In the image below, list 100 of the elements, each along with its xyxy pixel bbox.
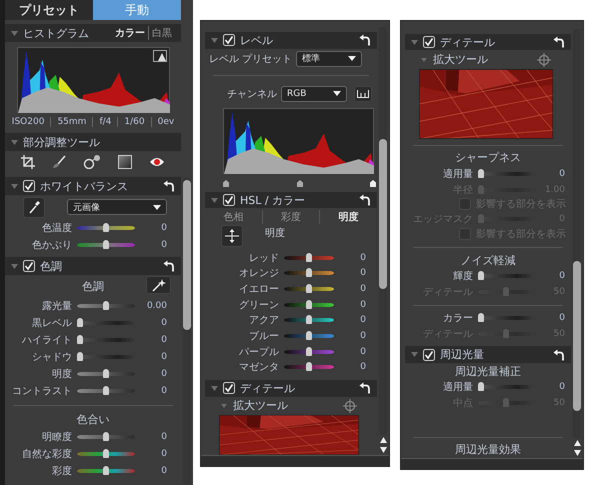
eye-icon[interactable] [148, 156, 165, 168]
slider-label: 明瞭度 [41, 430, 72, 444]
level-handle[interactable] [223, 180, 229, 187]
expand-triangle-icon[interactable] [411, 352, 418, 358]
section-header[interactable]: 部分調整ツール [5, 133, 181, 151]
undo-icon[interactable] [553, 36, 565, 48]
undo-icon[interactable] [163, 180, 175, 192]
brush-icon[interactable] [52, 155, 66, 169]
exif-info: f/4 [92, 117, 118, 127]
expand-triangle-icon[interactable] [11, 140, 18, 144]
tab[interactable]: プリセット [5, 0, 93, 20]
slider-thumb[interactable] [478, 168, 484, 178]
dropdown[interactable]: 標準 [296, 50, 362, 67]
slider-thumb[interactable] [306, 284, 312, 294]
crop-icon[interactable] [21, 155, 36, 169]
undo-icon[interactable] [359, 194, 371, 206]
slider-thumb[interactable] [306, 346, 312, 356]
undo-icon[interactable] [553, 348, 565, 361]
scroll-down-icon[interactable] [380, 447, 386, 453]
scrollbar-thumb[interactable] [379, 139, 387, 289]
scrollbar[interactable] [573, 29, 581, 438]
slider-thumb[interactable] [478, 313, 484, 322]
slider-thumb[interactable] [77, 334, 83, 344]
dropdown[interactable]: 元画像 [67, 199, 167, 215]
slider-thumb[interactable] [103, 386, 109, 394]
mode-tab[interactable]: 色相 [205, 210, 262, 224]
slider-label: オレンジ [238, 267, 279, 280]
slider-thumb[interactable] [103, 240, 109, 248]
level-handle[interactable] [370, 180, 376, 187]
checkbox[interactable] [223, 194, 235, 206]
checkbox[interactable] [23, 180, 35, 192]
section-header[interactable]: ヒストグラム カラー 白黒 [5, 24, 181, 42]
view-option[interactable]: カラー [112, 26, 149, 40]
expand-triangle-icon[interactable] [11, 264, 18, 268]
section-header[interactable]: 色調 [5, 257, 181, 275]
section-header[interactable]: 周辺光量 [405, 346, 571, 363]
section-header[interactable]: レベル [205, 32, 377, 49]
dropdown[interactable]: RGB [281, 86, 347, 102]
scrollbar-thumb[interactable] [183, 180, 191, 330]
expand-triangle-icon[interactable] [11, 30, 18, 36]
slider-thumb[interactable] [306, 315, 312, 324]
level-handle[interactable] [296, 180, 302, 187]
section-header[interactable]: HSL / カラー [205, 192, 377, 208]
undo-icon[interactable] [359, 34, 371, 46]
expand-triangle-icon[interactable] [211, 386, 218, 391]
auto-button[interactable] [146, 276, 171, 294]
slider-label: 自然な彩度 [21, 448, 72, 460]
slider-thumb[interactable] [478, 271, 484, 280]
caret-icon [348, 56, 356, 62]
undo-icon[interactable] [163, 260, 175, 272]
histogram-button[interactable] [354, 86, 372, 102]
section-header[interactable]: ディテール [405, 34, 571, 50]
checkbox[interactable] [23, 260, 35, 272]
slider-value: 0 [160, 448, 167, 458]
slider-thumb[interactable] [103, 222, 109, 232]
clipping-warning-icon[interactable] [152, 50, 166, 62]
exif-info: 55mm [50, 117, 92, 127]
scroll-up-icon[interactable] [380, 437, 386, 443]
field-label: レベル プリセット [208, 52, 292, 66]
slider-thumb[interactable] [103, 432, 109, 440]
slider-thumb[interactable] [306, 330, 312, 340]
expand-triangle-icon[interactable] [211, 198, 218, 203]
slider-thumb[interactable] [306, 268, 312, 278]
slider-thumb[interactable] [103, 466, 109, 474]
control-point-icon[interactable] [82, 155, 101, 169]
checkbox[interactable] [223, 382, 235, 394]
mode-tab[interactable]: 彩度 [262, 210, 320, 224]
scrollbar[interactable] [183, 178, 191, 485]
scrollbar[interactable] [379, 27, 387, 435]
slider-thumb[interactable] [478, 382, 484, 392]
section-header[interactable]: ディテール [205, 380, 377, 397]
slider-thumb[interactable] [77, 318, 83, 326]
checkbox[interactable] [223, 34, 235, 46]
group-title: ノイズ軽減 [460, 252, 516, 268]
slider-thumb[interactable] [306, 252, 312, 262]
undo-icon[interactable] [359, 382, 371, 394]
group-title: 周辺光量補正 [455, 364, 521, 379]
section-header[interactable]: ホワイトバランス [5, 177, 181, 195]
expand-triangle-icon[interactable] [11, 184, 18, 188]
scroll-up-icon[interactable] [574, 440, 580, 446]
expand-triangle-icon[interactable] [411, 40, 418, 45]
mode-tab[interactable]: 明度 [319, 210, 377, 224]
expand-triangle-icon[interactable] [211, 38, 218, 43]
eyedropper-button[interactable] [23, 196, 45, 218]
checkbox[interactable] [423, 36, 435, 48]
slider-thumb[interactable] [103, 448, 109, 458]
slider-thumb[interactable] [103, 300, 109, 310]
target-adjust-button[interactable] [221, 225, 243, 248]
slider-thumb[interactable] [306, 300, 312, 309]
slider-value: 0 [160, 222, 167, 232]
slider-thumb[interactable] [103, 368, 109, 378]
slider-thumb[interactable] [306, 362, 312, 372]
view-option[interactable]: 白黒 [149, 26, 175, 40]
slider-label: ブルー [248, 330, 279, 343]
slider-thumb[interactable] [77, 352, 83, 360]
scroll-down-icon[interactable] [574, 450, 580, 456]
scrollbar-thumb[interactable] [573, 261, 581, 411]
slider-value: 0 [160, 368, 167, 378]
checkbox[interactable] [423, 348, 435, 361]
gradient-square-icon[interactable] [118, 155, 132, 169]
